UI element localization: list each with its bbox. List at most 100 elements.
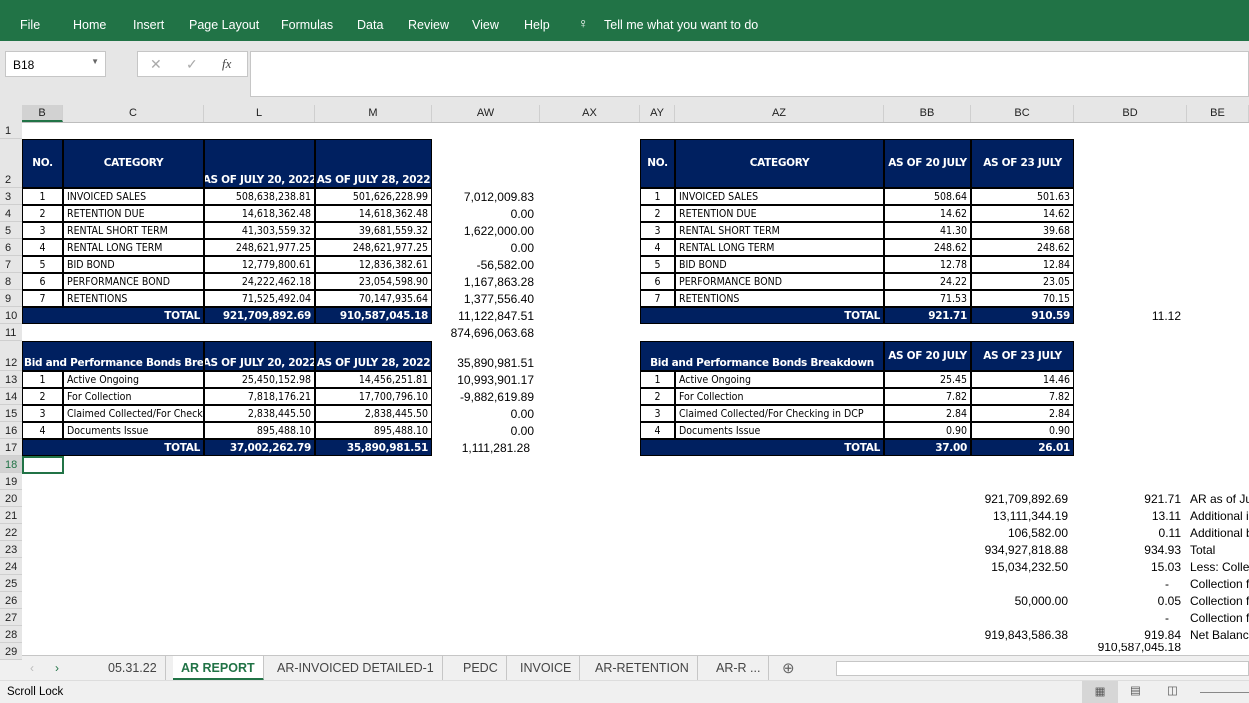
column-header-AZ[interactable]: AZ — [675, 105, 884, 122]
menu-home[interactable]: Home — [73, 18, 106, 32]
row-header-12[interactable]: 12 — [0, 341, 22, 371]
table4-header-title: Bid and Performance Bonds Breakdown — [640, 341, 884, 371]
column-header-BB[interactable]: BB — [884, 105, 971, 122]
row-header-19[interactable]: 19 — [0, 473, 22, 490]
row-header-2[interactable]: 2 — [0, 139, 22, 188]
row-header-23[interactable]: 23 — [0, 541, 22, 558]
summary-value-full — [971, 643, 1074, 655]
column-header-M[interactable]: M — [315, 105, 432, 122]
page-break-view-icon[interactable]: ◫ — [1167, 683, 1178, 697]
row-header-8[interactable]: 8 — [0, 273, 22, 290]
menu-formulas[interactable]: Formulas — [281, 18, 333, 32]
column-header-AY[interactable]: AY — [640, 105, 675, 122]
sheet-tab[interactable]: INVOICE — [512, 656, 581, 681]
active-cell-selection[interactable] — [22, 456, 64, 474]
row-header-4[interactable]: 4 — [0, 205, 22, 222]
menu-file[interactable]: File — [20, 18, 40, 32]
column-header-AW[interactable]: AW — [432, 105, 540, 122]
add-sheet-icon[interactable]: ⊕ — [782, 659, 795, 677]
column-header-L[interactable]: L — [204, 105, 315, 122]
table2-no: 1 — [22, 371, 63, 388]
table1-no: 2 — [22, 205, 63, 222]
sheet-tab[interactable]: 05.31.22 — [100, 656, 166, 681]
name-box[interactable]: B18 ▼ — [5, 51, 106, 77]
menu-help[interactable]: Help — [524, 18, 550, 32]
row-header-21[interactable]: 21 — [0, 507, 22, 524]
row-header-1[interactable]: 1 — [0, 122, 22, 139]
row-header-29[interactable]: 29 — [0, 643, 22, 660]
insert-function-icon[interactable]: fx — [222, 56, 231, 72]
summary-value-full: 50,000.00 — [1014, 594, 1068, 608]
scroll-left-icon[interactable]: ‹ — [30, 661, 34, 675]
row-header-14[interactable]: 14 — [0, 388, 22, 405]
table3-no: 6 — [640, 273, 675, 290]
menu-view[interactable]: View — [472, 18, 499, 32]
table4-no: 3 — [640, 405, 675, 422]
summary-value-millions: - — [1165, 611, 1169, 625]
table1-header-jul28: AS OF JULY 28, 2022 — [315, 139, 432, 188]
table3-category: RENTAL SHORT TERM — [675, 222, 884, 239]
sheet-tab[interactable]: AR-R ... — [708, 656, 770, 681]
row-header-26[interactable]: 26 — [0, 592, 22, 609]
row-header-3[interactable]: 3 — [0, 188, 22, 205]
row-header-10[interactable]: 10 — [0, 307, 22, 324]
row-header-18[interactable]: 18 — [0, 456, 22, 473]
sheet-tab[interactable]: PEDC — [455, 656, 507, 681]
sheet-tab[interactable]: AR REPORT — [173, 656, 264, 681]
horizontal-scrollbar[interactable] — [836, 661, 1249, 676]
sheet-tab[interactable]: AR-RETENTION — [587, 656, 698, 681]
scroll-right-icon[interactable]: › — [55, 661, 59, 675]
tell-me-search[interactable]: Tell me what you want to do — [604, 18, 758, 32]
table2-total-label: TOTAL — [22, 439, 204, 456]
column-header-C[interactable]: C — [63, 105, 204, 122]
zoom-slider[interactable] — [1200, 692, 1249, 693]
table3-a: 71.53 — [884, 290, 971, 307]
menu-page-layout[interactable]: Page Layout — [189, 18, 259, 32]
row-header-24[interactable]: 24 — [0, 558, 22, 575]
row-header-5[interactable]: 5 — [0, 222, 22, 239]
row-header-28[interactable]: 28 — [0, 626, 22, 643]
menu-insert[interactable]: Insert — [133, 18, 164, 32]
column-header-BE[interactable]: BE — [1187, 105, 1249, 122]
table4-a: 25.45 — [884, 371, 971, 388]
sheet-tab[interactable]: AR-INVOICED DETAILED-1 — [269, 656, 443, 681]
column-header-B[interactable]: B — [22, 105, 63, 122]
column-headers: B C L M AW AX AY AZ BB BC BD BE — [0, 105, 1249, 123]
cancel-icon[interactable]: ✕ — [150, 56, 162, 73]
row-header-27[interactable]: 27 — [0, 609, 22, 626]
row-header-6[interactable]: 6 — [0, 239, 22, 256]
column-header-BC[interactable]: BC — [971, 105, 1074, 122]
row-header-20[interactable]: 20 — [0, 490, 22, 507]
table3-a: 12.78 — [884, 256, 971, 273]
table2-total-jul20: 37,002,262.79 — [204, 439, 315, 456]
table2-jul20: 25,450,152.98 — [204, 371, 315, 388]
row-header-15[interactable]: 15 — [0, 405, 22, 422]
table4-a: 0.90 — [884, 422, 971, 439]
row-header-25[interactable]: 25 — [0, 575, 22, 592]
row-header-17[interactable]: 17 — [0, 439, 22, 456]
table4-b: 0.90 — [971, 422, 1074, 439]
row-header-9[interactable]: 9 — [0, 290, 22, 307]
table2-diff: 0.00 — [510, 407, 534, 421]
enter-icon[interactable]: ✓ — [186, 56, 198, 73]
chevron-down-icon[interactable]: ▼ — [91, 57, 99, 66]
column-header-AX[interactable]: AX — [540, 105, 640, 122]
column-header-BD[interactable]: BD — [1074, 105, 1187, 122]
row-header-7[interactable]: 7 — [0, 256, 22, 273]
table1-category: RENTAL LONG TERM — [63, 239, 204, 256]
table3-header-b: AS OF 23 JULY — [971, 139, 1074, 188]
page-layout-view-icon[interactable]: ▤ — [1130, 683, 1141, 697]
row-header-22[interactable]: 22 — [0, 524, 22, 541]
row-header-16[interactable]: 16 — [0, 422, 22, 439]
table3-header-no: NO. — [640, 139, 675, 188]
row-header-13[interactable]: 13 — [0, 371, 22, 388]
menu-data[interactable]: Data — [357, 18, 383, 32]
normal-view-icon[interactable]: ▦ — [1082, 681, 1118, 703]
aw-row11-value: 874,696,063.68 — [450, 326, 534, 340]
table4-no: 4 — [640, 422, 675, 439]
row-header-11[interactable]: 11 — [0, 324, 22, 341]
formula-input[interactable] — [250, 51, 1249, 97]
table2-total-diff: 1,111,281.28 — [461, 441, 530, 455]
table4-b: 7.82 — [971, 388, 1074, 405]
menu-review[interactable]: Review — [408, 18, 449, 32]
